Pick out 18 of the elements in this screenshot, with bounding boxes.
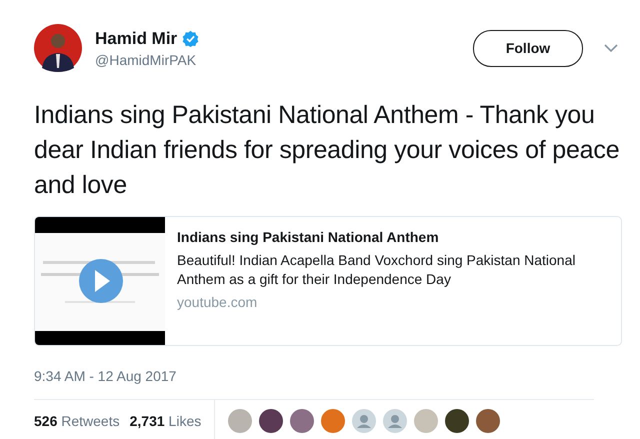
link-card[interactable]: Indians sing Pakistani National Anthem Beautiful! Indian Acapella Band Voxchord sing Pakistan National Anthem as a gift for their Independence Day youtube.com [34,216,622,346]
avatar[interactable] [34,24,82,72]
follow-button[interactable]: Follow [473,30,583,66]
default-avatar-icon[interactable] [352,409,376,433]
author-name[interactable]: Hamid Mir [95,28,178,48]
liker-avatar[interactable] [476,409,500,433]
caret-icon[interactable] [604,44,618,52]
tweet-text: Indians sing Pakistani National Anthem - Thank you dear Indian friends for spreading your voices of peace and love [34,100,620,201]
tweet-timestamp[interactable]: 9:34 AM - 12 Aug 2017 [34,368,620,384]
default-avatar-icon[interactable] [383,409,408,433]
stat-count[interactable]: 2,731 Likes [130,413,202,429]
author-handle[interactable]: @HamidMirPAK [95,52,200,68]
card-domain: youtube.com [177,294,258,310]
stat-count[interactable]: 526 Retweets [34,413,120,429]
liker-avatar[interactable] [445,409,470,433]
card-title: Indians sing Pakistani National Anthem [177,229,440,245]
liker-avatar[interactable] [259,409,284,433]
card-description: Beautiful! Indian Acapella Band Voxchord sing Pakistan National Anthem as a gift for their Independence Day [177,251,576,289]
